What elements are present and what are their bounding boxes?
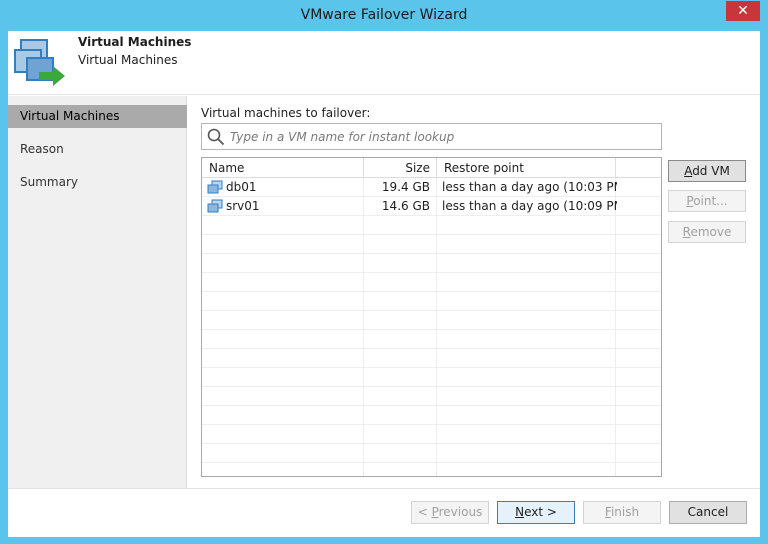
grid-column-line <box>363 178 364 476</box>
window-title: VMware Failover Wizard <box>300 7 468 23</box>
previous-button[interactable]: < Previous <box>411 501 489 524</box>
vm-name: db01 <box>226 180 257 194</box>
empty-grid-row <box>202 425 661 444</box>
empty-grid-row <box>202 349 661 368</box>
vm-table-header: Name Size Restore point <box>202 158 661 178</box>
empty-grid-row <box>202 216 661 235</box>
empty-grid-row <box>202 463 661 476</box>
vm-restore-point: less than a day ago (10:09 PM ... <box>442 199 617 213</box>
column-header-restore-point[interactable]: Restore point <box>437 158 616 178</box>
vm-icon <box>207 180 223 194</box>
table-row[interactable]: db01 19.4 GB less than a day ago (10:03 … <box>202 178 661 197</box>
grid-column-line <box>436 178 437 476</box>
add-vm-button[interactable]: Add VM <box>668 160 746 182</box>
empty-grid-row <box>202 387 661 406</box>
search-icon <box>207 128 225 146</box>
close-button[interactable]: ✕ <box>726 1 760 21</box>
vm-failover-icon <box>14 39 65 86</box>
vm-search-input[interactable] <box>230 127 650 146</box>
empty-grid-row <box>202 292 661 311</box>
step-summary[interactable]: Summary <box>8 171 187 194</box>
vm-size: 19.4 GB <box>381 180 430 194</box>
column-header-name[interactable]: Name <box>202 158 364 178</box>
wizard-steps-sidebar: Virtual Machines Reason Summary <box>8 96 187 488</box>
wizard-header: Virtual Machines Virtual Machines <box>8 31 760 95</box>
empty-grid-row <box>202 254 661 273</box>
point-button[interactable]: Point... <box>668 190 746 212</box>
empty-grid-row <box>202 273 661 292</box>
table-row[interactable]: srv01 14.6 GB less than a day ago (10:09… <box>202 197 661 216</box>
step-virtual-machines[interactable]: Virtual Machines <box>8 105 187 128</box>
remove-button[interactable]: Remove <box>668 221 746 243</box>
next-button[interactable]: Next > <box>497 501 575 524</box>
grid-column-line <box>615 178 616 476</box>
wizard-client-area: Virtual Machines Virtual Machines Virtua… <box>8 31 760 537</box>
empty-grid-row <box>202 235 661 254</box>
empty-grid-row <box>202 330 661 349</box>
header-subtitle: Virtual Machines <box>78 53 178 67</box>
empty-grid-row <box>202 406 661 425</box>
header-title: Virtual Machines <box>78 35 192 49</box>
wizard-window: VMware Failover Wizard ✕ Virtual Machine… <box>0 0 768 544</box>
cancel-button[interactable]: Cancel <box>669 501 747 524</box>
step-reason[interactable]: Reason <box>8 138 187 161</box>
vm-table: Name Size Restore point db01 19.4 GB les… <box>201 157 662 477</box>
vm-restore-point: less than a day ago (10:03 PM ... <box>442 180 617 194</box>
vm-list-label: Virtual machines to failover: <box>201 106 371 120</box>
empty-grid-row <box>202 311 661 330</box>
title-bar[interactable]: VMware Failover Wizard ✕ <box>0 0 768 31</box>
vm-name: srv01 <box>226 199 260 213</box>
finish-button[interactable]: Finish <box>583 501 661 524</box>
vm-search-box[interactable] <box>201 123 662 150</box>
vm-icon <box>207 199 223 213</box>
empty-grid-row <box>202 368 661 387</box>
wizard-footer: < Previous Next > Finish Cancel <box>8 488 760 537</box>
column-header-size[interactable]: Size <box>364 158 437 178</box>
empty-grid-row <box>202 444 661 463</box>
vm-size: 14.6 GB <box>381 199 430 213</box>
